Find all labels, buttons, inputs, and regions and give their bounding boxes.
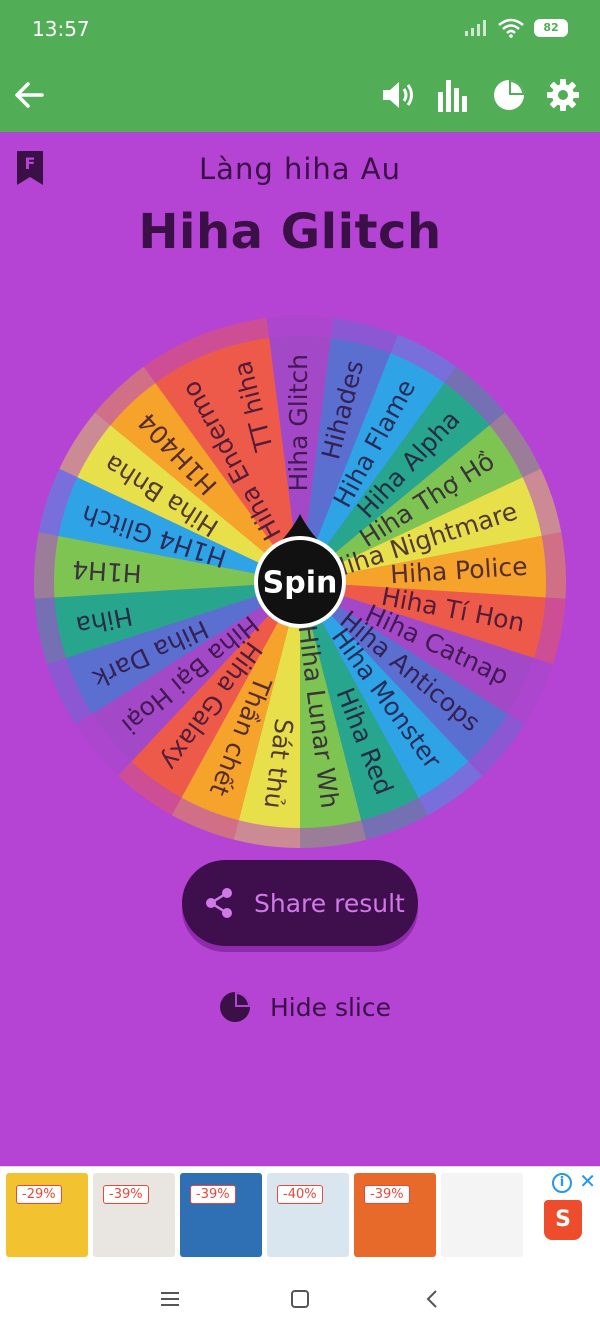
stats-icon — [438, 80, 467, 112]
arrow-left-icon — [15, 82, 44, 108]
pie-chart-icon — [494, 80, 524, 110]
battery-icon: 82 — [534, 19, 568, 37]
pie-chart-icon — [220, 992, 250, 1022]
ad-product-tile[interactable]: -39% — [180, 1173, 262, 1257]
discount-badge: -29% — [16, 1185, 62, 1204]
wheel-title: Hiha Glitch — [138, 204, 442, 260]
ad-banner[interactable]: -29% -39% -39% -40% -39% i ✕ — [0, 1166, 600, 1262]
ad-info-icon[interactable]: i — [552, 1173, 572, 1193]
ad-product-tile[interactable]: -29% — [6, 1173, 88, 1257]
back-button[interactable] — [6, 72, 52, 118]
wheel-svg[interactable]: Hiha Glitch HihadesHiha FlameHiha AlphaHi… — [34, 316, 566, 848]
discount-badge: -39% — [103, 1185, 149, 1204]
hide-slice-label: Hide slice — [270, 992, 391, 1022]
home-icon[interactable] — [285, 1284, 315, 1314]
system-nav-bar — [0, 1262, 600, 1333]
store-icon[interactable]: S — [544, 1200, 582, 1240]
share-result-label: Share result — [254, 888, 405, 918]
ad-product-tile[interactable] — [441, 1173, 523, 1257]
app-bar — [0, 58, 600, 132]
ad-product-tile[interactable]: -40% — [267, 1173, 349, 1257]
volume-icon — [383, 82, 413, 108]
back-icon[interactable] — [417, 1284, 447, 1314]
status-icons: 82 — [464, 18, 568, 38]
wheel-subtitle: Làng hiha Au — [199, 152, 401, 186]
wheel-slice-label: Hiha Glitch — [284, 354, 313, 492]
menu-icon[interactable] — [155, 1284, 185, 1314]
sound-button[interactable] — [376, 72, 422, 118]
status-bar: 13:57 82 — [0, 0, 600, 58]
signal-icon — [465, 20, 486, 36]
discount-badge: -39% — [364, 1185, 410, 1204]
gear-icon — [547, 79, 579, 111]
ad-product-tile[interactable]: -39% — [93, 1173, 175, 1257]
wifi-icon — [498, 18, 524, 38]
stats-button[interactable] — [430, 72, 476, 118]
settings-button[interactable] — [540, 72, 586, 118]
hide-slice-toggle-button[interactable] — [486, 72, 532, 118]
spin-label: Spin — [263, 566, 338, 601]
spin-wheel[interactable]: Hiha Glitch Hihades Hiha Flame Hiha Alpha Hi… — [34, 316, 566, 848]
share-result-button[interactable]: Share result — [182, 860, 418, 946]
wheel-slice-label: H1H4 — [71, 555, 142, 588]
ad-product-tile[interactable]: -39% — [354, 1173, 436, 1257]
hide-slice-button[interactable]: Hide slice — [218, 990, 391, 1024]
ad-close-icon[interactable]: ✕ — [579, 1169, 596, 1193]
status-time: 13:57 — [32, 17, 90, 41]
discount-badge: -39% — [190, 1185, 236, 1204]
discount-badge: -40% — [277, 1185, 323, 1204]
share-icon — [206, 888, 232, 918]
